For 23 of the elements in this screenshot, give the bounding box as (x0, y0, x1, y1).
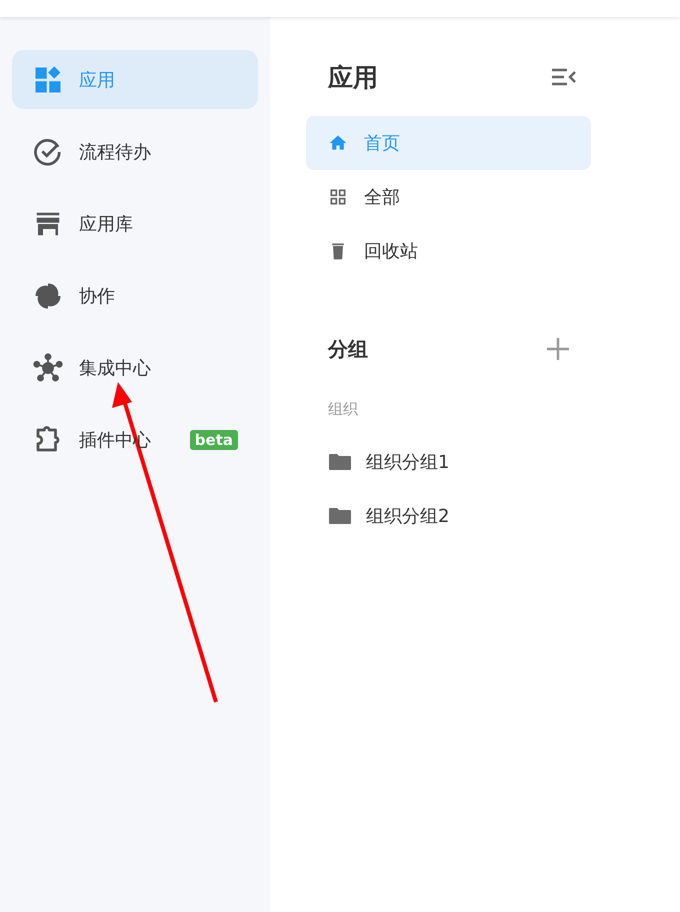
section-label: 组织 (327, 400, 359, 419)
collapse-menu-button[interactable] (551, 67, 577, 87)
nav-item[interactable]: 全部 (306, 170, 591, 224)
sidebar-item[interactable]: 集成中心 (12, 338, 258, 397)
apps-icon (33, 64, 63, 94)
section-title: 分组 (328, 336, 368, 362)
hub-icon (33, 352, 63, 382)
group-item[interactable]: 组织分组1 (306, 435, 591, 489)
sidebar-item[interactable]: 流程待办 (12, 122, 258, 181)
folder-icon (328, 452, 352, 472)
folder-icon (328, 506, 352, 526)
check-circle-icon (33, 136, 63, 166)
collapse-menu-icon (551, 67, 577, 87)
beta-badge: beta (190, 430, 238, 450)
group-item[interactable]: 组织分组2 (306, 489, 591, 543)
plus-icon (547, 338, 569, 360)
sidebar-item[interactable]: 协作 (12, 266, 258, 325)
sidebar-item[interactable]: 应用库 (12, 194, 258, 253)
panel-title: 应用 (328, 62, 378, 94)
pinwheel-icon (33, 280, 63, 310)
add-group-button[interactable] (547, 338, 569, 360)
grid-icon (328, 187, 348, 207)
nav-item[interactable]: 回收站 (306, 224, 591, 278)
